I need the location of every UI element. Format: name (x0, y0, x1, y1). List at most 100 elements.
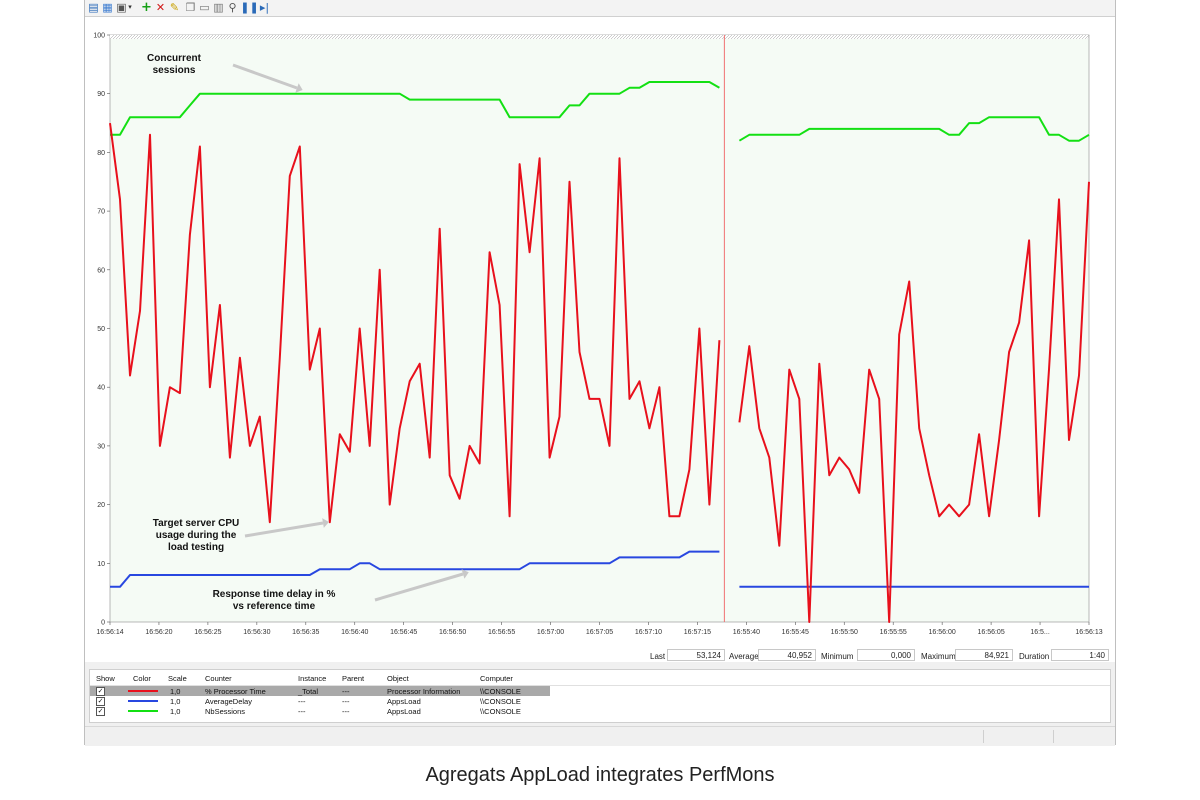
dropdown-icon[interactable]: ▾ (126, 1, 134, 14)
duration-value: 1:40 (1051, 649, 1109, 661)
x-tick-label: 16:55:50 (831, 629, 858, 636)
view-graph-icon[interactable]: ▤ (87, 1, 100, 14)
y-tick-label: 40 (97, 385, 105, 392)
x-tick-label: 16:56:00 (929, 629, 956, 636)
y-tick-label: 50 (97, 326, 105, 333)
header-color[interactable]: Color (133, 674, 151, 683)
status-divider (1053, 730, 1054, 743)
performance-chart[interactable]: 0102030405060708090100 16:56:14 16:56:20 1… (85, 17, 1115, 662)
parent-name: --- (342, 697, 350, 706)
update-data-icon[interactable]: ▸| (258, 1, 271, 14)
show-checkbox[interactable]: ✓ (96, 707, 105, 716)
x-tick-label: 16:56:50 (439, 629, 466, 636)
header-show[interactable]: Show (96, 674, 115, 683)
summary-bar: Last 53,124 Average 40,952 Minimum 0,000… (85, 648, 1115, 664)
counter-name: NbSessions (205, 707, 246, 716)
show-checkbox[interactable]: ✓ (96, 687, 105, 696)
annotation-text: usage during the (156, 530, 237, 541)
minimum-value: 0,000 (857, 649, 915, 661)
legend-row-average-delay[interactable]: ✓ 1,0 AverageDelay --- --- AppsLoad \\CO… (90, 696, 550, 706)
freeze-display-icon[interactable]: ❚❚ (240, 1, 258, 14)
paste-counter-list-icon[interactable]: ▭ (198, 1, 211, 14)
x-tick-label: 16:56:13 (1075, 629, 1102, 636)
last-label: Last (650, 652, 666, 661)
header-parent[interactable]: Parent (342, 674, 364, 683)
x-tick-label: 16:56:20 (145, 629, 172, 636)
x-tick-label: 16:56:05 (977, 629, 1004, 636)
x-tick-label: 16:55:55 (880, 629, 907, 636)
instance-name: --- (298, 707, 306, 716)
parent-name: --- (342, 707, 350, 716)
x-tick-label: 16:56:55 (488, 629, 515, 636)
y-tick-label: 100 (93, 33, 105, 40)
average-label: Average (729, 652, 759, 661)
perfmon-window: ▤ ▦ ▣ ▾ + ✕ ✎ ❐ ▭ ▥ ⚲ ❚❚ ▸| 0 10 20 30 40 50 6… (84, 0, 1116, 746)
maximum-value: 84,921 (955, 649, 1013, 661)
x-tick-label: 16:56:25 (194, 629, 221, 636)
toolbar: ▤ ▦ ▣ ▾ + ✕ ✎ ❐ ▭ ▥ ⚲ ❚❚ ▸| (85, 0, 1115, 17)
x-tick-label: 16:56:40 (341, 629, 368, 636)
annotation-text: sessions (153, 65, 196, 76)
annotation-text: Target server CPU (153, 518, 240, 529)
y-axis: 0 10 20 30 40 50 60 70 80 90 100 (93, 33, 110, 627)
y-tick-label: 30 (97, 443, 105, 450)
status-divider (983, 730, 984, 743)
x-tick-label: 16:56:35 (292, 629, 319, 636)
status-bar (85, 726, 1115, 746)
x-tick-label: 16:56:30 (243, 629, 270, 636)
x-tick-label: 16:56:45 (390, 629, 417, 636)
scale-value: 1,0 (170, 697, 181, 706)
legend-row-nbsessions[interactable]: ✓ 1,0 NbSessions --- --- AppsLoad \\CONS… (90, 706, 550, 716)
zoom-icon[interactable]: ⚲ (226, 1, 239, 14)
scale-value: 1,0 (170, 687, 181, 696)
object-name: Processor Information (387, 687, 461, 696)
last-value: 53,124 (667, 649, 725, 661)
minimum-label: Minimum (821, 652, 854, 661)
x-tick-label: 16:5... (1030, 629, 1050, 636)
x-tick-label: 16:57:15 (684, 629, 711, 636)
y-tick-label: 60 (97, 267, 105, 274)
computer-name: \\CONSOLE (480, 687, 521, 696)
color-swatch (128, 690, 158, 692)
object-name: AppsLoad (387, 707, 421, 716)
annotation-text: Response time delay in % (213, 589, 336, 600)
legend-header: Show Color Scale Counter Instance Parent… (90, 670, 1110, 686)
x-tick-label: 16:57:05 (586, 629, 613, 636)
header-scale[interactable]: Scale (168, 674, 187, 683)
y-tick-label: 0 (101, 620, 105, 627)
header-counter[interactable]: Counter (205, 674, 232, 683)
parent-name: --- (342, 687, 350, 696)
header-computer[interactable]: Computer (480, 674, 513, 683)
header-object[interactable]: Object (387, 674, 409, 683)
counter-legend-table[interactable]: Show Color Scale Counter Instance Parent… (89, 669, 1111, 723)
legend-row-processor-time[interactable]: ✓ 1,0 % Processor Time _Total --- Proces… (90, 686, 550, 696)
add-counter-icon[interactable]: + (140, 1, 153, 14)
color-swatch (128, 700, 158, 702)
counter-name: AverageDelay (205, 697, 252, 706)
properties-icon[interactable]: ▥ (212, 1, 225, 14)
show-checkbox[interactable]: ✓ (96, 697, 105, 706)
copy-properties-icon[interactable]: ❐ (184, 1, 197, 14)
x-tick-label: 16:55:40 (733, 629, 760, 636)
y-tick-label: 80 (97, 150, 105, 157)
top-hatch (109, 34, 1090, 40)
average-value: 40,952 (758, 649, 816, 661)
x-tick-label: 16:57:10 (635, 629, 662, 636)
x-axis: 16:56:14 16:56:20 16:56:25 16:56:30 16:56:35… (96, 622, 1103, 636)
annotation-text: vs reference time (233, 601, 316, 612)
counter-name: % Processor Time (205, 687, 266, 696)
header-instance[interactable]: Instance (298, 674, 326, 683)
x-tick-label: 16:57:00 (537, 629, 564, 636)
computer-name: \\CONSOLE (480, 707, 521, 716)
y-tick-label: 10 (97, 561, 105, 568)
highlight-icon[interactable]: ✎ (168, 1, 181, 14)
computer-name: \\CONSOLE (480, 697, 521, 706)
y-tick-label: 90 (97, 91, 105, 98)
x-tick-label: 16:56:14 (96, 629, 123, 636)
annotation-text: Concurrent (147, 53, 202, 64)
instance-name: --- (298, 697, 306, 706)
y-tick-label: 70 (97, 209, 105, 216)
annotation-text: load testing (168, 542, 224, 553)
view-history-icon[interactable]: ▦ (101, 1, 114, 14)
delete-counter-icon[interactable]: ✕ (154, 1, 167, 14)
